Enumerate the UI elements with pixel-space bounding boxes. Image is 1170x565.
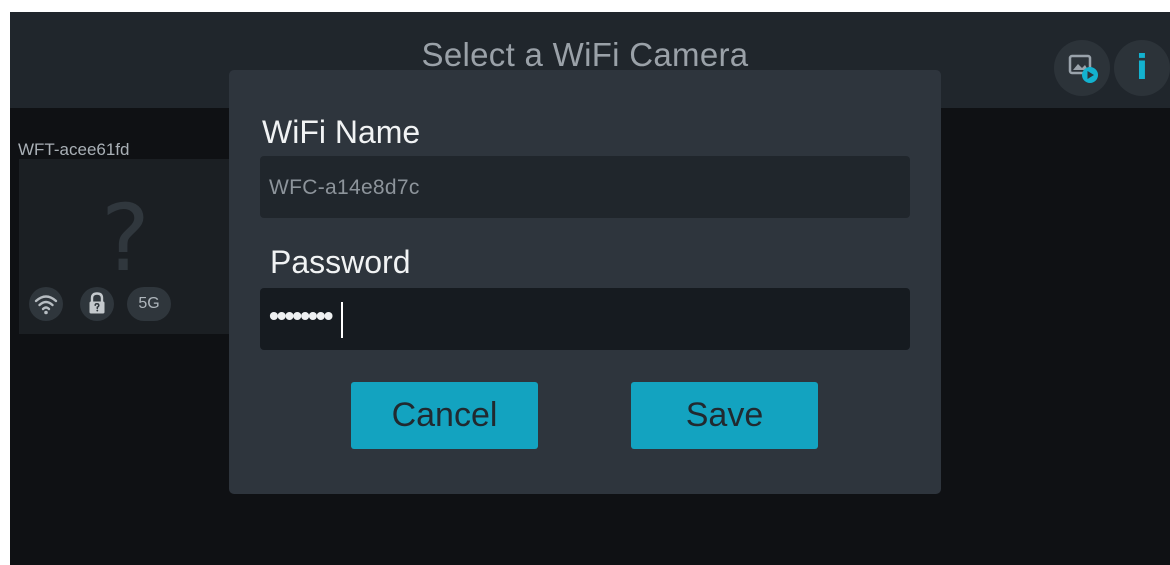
band-label: 5G — [138, 295, 160, 312]
wifi-icon — [34, 295, 58, 315]
wifi-badge — [29, 287, 63, 321]
wifi-name-value: WFC-a14e8d7c — [269, 176, 420, 199]
unknown-camera-icon: ? — [101, 185, 150, 292]
camera-tile[interactable]: ? 5G — [19, 159, 249, 334]
page-title: Select a WiFi Camera — [421, 36, 749, 73]
lock-icon — [89, 292, 105, 314]
camera-name: WFT-acee61fd — [18, 140, 130, 159]
wifi-credentials-dialog: WiFi Name WFC-a14e8d7c Password ••••••••… — [229, 70, 941, 494]
text-cursor — [341, 302, 343, 338]
password-masked-value: •••••••• — [269, 300, 333, 331]
wifi-name-field[interactable]: WFC-a14e8d7c — [260, 156, 910, 218]
password-field[interactable]: •••••••• — [260, 288, 910, 350]
wifi-name-label: WiFi Name — [262, 114, 421, 150]
lock-badge — [80, 287, 114, 321]
cancel-button[interactable]: Cancel — [351, 382, 538, 449]
save-button[interactable]: Save — [631, 382, 818, 449]
band-badge: 5G — [127, 287, 171, 321]
password-label: Password — [270, 244, 411, 280]
